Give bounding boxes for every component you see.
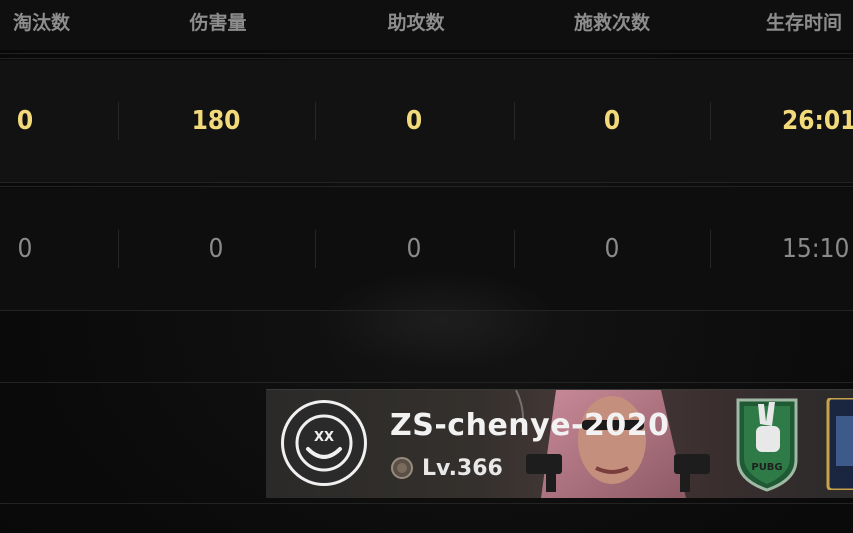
divider: [0, 53, 853, 54]
column-divider: [315, 230, 316, 268]
divider: [0, 186, 853, 187]
eliminations-value: 0: [17, 234, 33, 264]
header-revives: 施救次数: [573, 12, 650, 34]
survival-time-value: 26:01: [782, 106, 853, 136]
stats-header-row: 淘汰数 伤害量 助攻数 施救次数 生存时间: [0, 0, 853, 50]
revives-value: 0: [604, 234, 620, 264]
column-divider: [514, 102, 515, 140]
divider: [0, 182, 853, 183]
header-assists: 助攻数: [387, 12, 445, 34]
player-card[interactable]: XX ZS-chenye-2020 Lv.366 PUBG: [266, 389, 853, 498]
player-name: ZS-chenye-2020: [390, 408, 670, 443]
pubg-peace-hand-badge-icon[interactable]: PUBG: [732, 396, 802, 492]
revives-value: 0: [603, 106, 621, 136]
header-survival-time: 生存时间: [766, 12, 843, 34]
dizzy-smiley-icon: XX: [295, 414, 353, 472]
level-text: Lv.366: [422, 455, 503, 481]
rank-badge-icon[interactable]: [824, 398, 853, 490]
player-level: Lv.366: [390, 455, 503, 481]
column-divider: [710, 102, 711, 140]
column-divider: [315, 102, 316, 140]
character-portrait: [515, 390, 710, 498]
column-divider: [118, 230, 119, 268]
avatar[interactable]: XX: [281, 400, 367, 486]
divider: [0, 382, 853, 383]
header-eliminations: 淘汰数: [12, 12, 70, 34]
svg-text:XX: XX: [314, 430, 334, 445]
survival-time-value: 15:10: [782, 234, 850, 264]
badge-text: PUBG: [751, 462, 782, 473]
damage-value: 0: [208, 234, 224, 264]
level-icon: [391, 457, 413, 479]
eliminations-value: 0: [16, 106, 34, 136]
header-damage: 伤害量: [189, 12, 247, 34]
table-row: 0 180 0 0 26:01: [0, 60, 853, 182]
match-stats-screen: 淘汰数 伤害量 助攻数 施救次数 生存时间 0 180 0 0 26:01 0 …: [0, 0, 853, 533]
column-divider: [514, 230, 515, 268]
column-divider: [118, 102, 119, 140]
assists-value: 0: [405, 106, 423, 136]
divider: [0, 58, 853, 59]
column-divider: [710, 230, 711, 268]
damage-value: 180: [191, 106, 241, 136]
background-glow: [320, 270, 560, 370]
divider: [0, 503, 853, 504]
